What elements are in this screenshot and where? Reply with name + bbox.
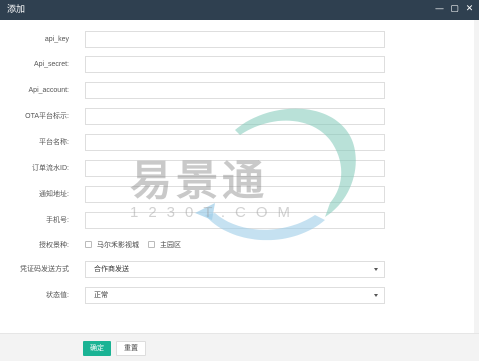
reset-button[interactable]: 重置 (116, 341, 146, 356)
field-label: Api_account: (28, 87, 69, 94)
auth-row: 授权景种: 马尔禾影视城 主园区 (0, 236, 479, 255)
minimize-icon[interactable]: — (434, 3, 445, 16)
field-row-api-key: api_key (0, 30, 479, 49)
field-row-ota-id: OTA平台标示: (0, 107, 479, 126)
close-icon[interactable]: ✕ (464, 3, 475, 16)
auth-option-label: 马尔禾影视城 (97, 242, 139, 249)
status-label: 状态值: (46, 292, 69, 299)
voucher-select[interactable]: 合作商发送 (85, 261, 385, 278)
voucher-row: 凭证码发送方式 合作商发送 (0, 260, 479, 279)
api-key-input[interactable] (85, 31, 385, 48)
field-label: 平台名称: (39, 139, 69, 146)
order-id-input[interactable] (85, 160, 385, 177)
voucher-select-value: 合作商发送 (94, 266, 129, 273)
title-bar: 添加 — ▢ ✕ (0, 0, 479, 20)
chevron-down-icon (374, 294, 378, 297)
phone-input[interactable] (85, 212, 385, 229)
status-select-value: 正常 (94, 292, 108, 299)
field-row-order-id: 订单流水ID: (0, 159, 479, 178)
auth-option-label: 主园区 (160, 242, 181, 249)
field-label: api_key (44, 36, 69, 43)
field-label: 订单流水ID: (32, 165, 69, 172)
status-select[interactable]: 正常 (85, 287, 385, 304)
field-row-api-secret: Api_secret: (0, 55, 479, 74)
notify-url-input[interactable] (85, 186, 385, 203)
auth-label: 授权景种: (39, 242, 69, 249)
field-row-api-account: Api_account: (0, 81, 479, 100)
field-label: OTA平台标示: (25, 113, 69, 120)
api-account-input[interactable] (85, 82, 385, 99)
auth-checkbox-2[interactable] (148, 241, 155, 248)
field-row-notify-url: 通知地址: (0, 185, 479, 204)
maximize-icon[interactable]: ▢ (449, 3, 460, 16)
field-label: 通知地址: (39, 191, 69, 198)
confirm-button[interactable]: 确定 (83, 341, 111, 356)
voucher-label: 凭证码发送方式 (20, 266, 69, 273)
window-controls: — ▢ ✕ (434, 3, 475, 16)
status-row: 状态值: 正常 (0, 286, 479, 305)
ota-id-input[interactable] (85, 108, 385, 125)
field-label: 手机号: (46, 217, 69, 224)
chevron-down-icon (374, 268, 378, 271)
field-row-platform-name: 平台名称: (0, 133, 479, 152)
form-area: api_key Api_secret: Api_account: OTA平台标示… (0, 20, 479, 333)
platform-name-input[interactable] (85, 134, 385, 151)
field-label: Api_secret: (33, 61, 69, 68)
window-title: 添加 (7, 4, 26, 14)
scrollbar[interactable] (474, 20, 479, 333)
auth-checkbox-1[interactable] (85, 241, 92, 248)
field-row-phone: 手机号: (0, 211, 479, 230)
footer-bar: 确定 重置 (0, 333, 479, 361)
api-secret-input[interactable] (85, 56, 385, 73)
